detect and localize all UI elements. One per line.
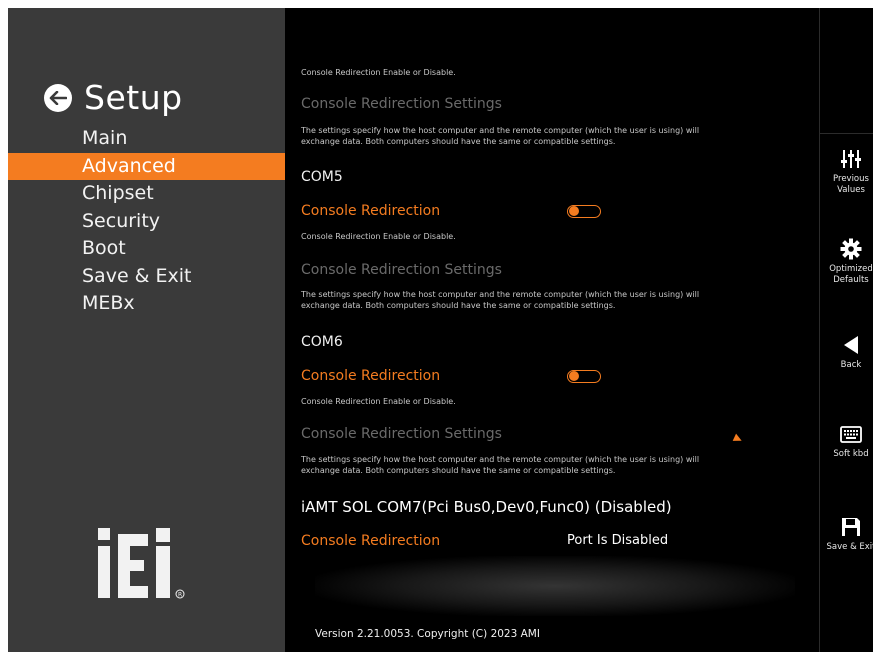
settings-help-line-1: The settings specify how the host comput… [301, 290, 700, 299]
menu-item-main[interactable]: Main [8, 125, 285, 153]
back-arrow-icon[interactable] [44, 83, 72, 112]
console-redirection-com6[interactable]: Console Redirection [301, 368, 440, 384]
previous-values-button[interactable]: Previous Values [820, 148, 873, 196]
menu-item-save-exit[interactable]: Save & Exit [8, 263, 285, 291]
console-redirection-com5[interactable]: Console Redirection [301, 203, 440, 219]
previous-values-label-2: Values [837, 185, 865, 195]
save-exit-label: Save & Exit [826, 542, 873, 552]
menu-item-security[interactable]: Security [8, 208, 285, 236]
menu-item-chipset[interactable]: Chipset [8, 180, 285, 208]
keyboard-icon [840, 426, 862, 443]
setup-header: Setup [44, 78, 183, 117]
iamt-sol-heading: iAMT SOL COM7(Pci Bus0,Dev0,Func0) (Disa… [301, 498, 672, 516]
optimized-defaults-button[interactable]: Optimized Defaults [820, 238, 873, 286]
floppy-disk-icon [842, 518, 860, 536]
right-toolbar: Previous Values Optimized Defaults Back … [819, 8, 873, 652]
version-text: Version 2.21.0053. Copyright (C) 2023 AM… [315, 628, 540, 640]
port-status-value: Port Is Disabled [567, 533, 669, 548]
gear-icon [840, 238, 862, 260]
console-redirection-com5-toggle[interactable] [567, 205, 601, 218]
soft-kbd-button[interactable]: Soft kbd [820, 425, 873, 460]
help-text: Console Redirection Enable or Disable. [301, 68, 456, 77]
previous-values-label-1: Previous [833, 174, 869, 184]
mouse-cursor-icon [732, 433, 744, 445]
decorative-glow [315, 556, 795, 616]
help-text: Console Redirection Enable or Disable. [301, 397, 456, 406]
menu-item-mebx[interactable]: MEBx [8, 290, 285, 318]
sliders-icon [841, 150, 861, 168]
back-button[interactable]: Back [820, 334, 873, 371]
optimized-defaults-label-2: Defaults [833, 275, 869, 285]
sidebar: Setup Main Advanced Chipset Security Boo… [8, 8, 285, 652]
toggle-knob [569, 206, 579, 216]
help-text: Console Redirection Enable or Disable. [301, 232, 456, 241]
menu-item-boot[interactable]: Boot [8, 235, 285, 263]
console-redirection-com7[interactable]: Console Redirection [301, 533, 440, 549]
console-redirection-settings-3[interactable]: Console Redirection Settings [301, 426, 502, 442]
menu-item-advanced[interactable]: Advanced [8, 152, 285, 180]
content-panel: Console Redirection Enable or Disable. C… [285, 8, 819, 652]
console-redirection-com6-toggle[interactable] [567, 370, 601, 383]
console-redirection-settings-1[interactable]: Console Redirection Settings [301, 96, 502, 112]
back-label: Back [840, 360, 862, 370]
bios-screen: Setup Main Advanced Chipset Security Boo… [8, 8, 873, 652]
optimized-defaults-label-1: Optimized [829, 264, 873, 274]
divider [820, 133, 873, 134]
toggle-knob [569, 371, 579, 381]
setup-title: Setup [84, 78, 183, 117]
main-menu: Main Advanced Chipset Security Boot Save… [8, 125, 285, 318]
settings-help-line-2: exchange data. Both computers should hav… [301, 466, 616, 475]
com5-heading: COM5 [301, 169, 343, 185]
settings-help-line-1: The settings specify how the host comput… [301, 455, 700, 464]
console-redirection-settings-2[interactable]: Console Redirection Settings [301, 262, 502, 278]
com6-heading: COM6 [301, 334, 343, 350]
settings-help-line-1: The settings specify how the host comput… [301, 126, 700, 135]
svg-text:R: R [178, 592, 182, 599]
save-exit-button[interactable]: Save & Exit [820, 516, 873, 553]
triangle-left-icon [844, 336, 858, 354]
iei-logo: R [94, 526, 194, 606]
soft-kbd-label: Soft kbd [833, 449, 869, 459]
settings-help-line-2: exchange data. Both computers should hav… [301, 301, 616, 310]
settings-help-line-2: exchange data. Both computers should hav… [301, 137, 616, 146]
